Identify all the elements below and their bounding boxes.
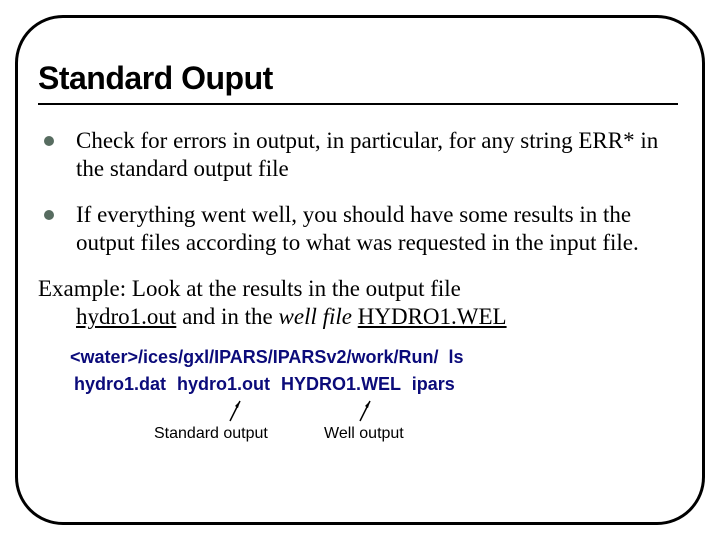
- command-ls: ls: [448, 347, 463, 367]
- slide-content: Standard Ouput Check for errors in outpu…: [38, 60, 682, 449]
- title-rule: [38, 103, 678, 105]
- example-file1: hydro1.out: [76, 304, 176, 329]
- bullet-text: Check for errors in output, in particula…: [76, 127, 682, 183]
- command-path: <water>/ices/gxl/IPARS/IPARSv2/work/Run/: [70, 347, 438, 367]
- arrow-icon: [226, 399, 227, 400]
- annotation-row: Standard output Well output: [38, 399, 682, 449]
- command-line: <water>/ices/gxl/IPARS/IPARSv2/work/Run/…: [38, 347, 682, 368]
- bullet-item: If everything went well, you should have…: [44, 201, 682, 257]
- file-listing: hydro1.dat hydro1.out HYDRO1.WEL ipars: [38, 374, 682, 395]
- annotation-well-output: Well output: [324, 425, 404, 443]
- example-lead: Example:: [38, 276, 126, 301]
- bullet-text: If everything went well, you should have…: [76, 201, 682, 257]
- file-item: hydro1.dat: [74, 374, 166, 394]
- example-mid: and in the: [176, 304, 278, 329]
- file-item: ipars: [412, 374, 455, 394]
- example-file2: HYDRO1.WEL: [358, 304, 507, 329]
- title-block: Standard Ouput: [38, 60, 682, 105]
- arrow-icon: [356, 399, 357, 400]
- bullet-dot-icon: [44, 136, 54, 146]
- file-item: HYDRO1.WEL: [281, 374, 401, 394]
- bullet-list: Check for errors in output, in particula…: [38, 127, 682, 257]
- example-wellfile-phrase: well file: [279, 304, 352, 329]
- bullet-item: Check for errors in output, in particula…: [44, 127, 682, 183]
- bullet-dot-icon: [44, 210, 54, 220]
- example-line: Example: Look at the results in the outp…: [38, 275, 682, 331]
- slide-title: Standard Ouput: [38, 60, 682, 103]
- file-item: hydro1.out: [177, 374, 270, 394]
- annotation-standard-output: Standard output: [154, 425, 268, 443]
- example-body-pre: Look at the results in the output file: [126, 276, 461, 301]
